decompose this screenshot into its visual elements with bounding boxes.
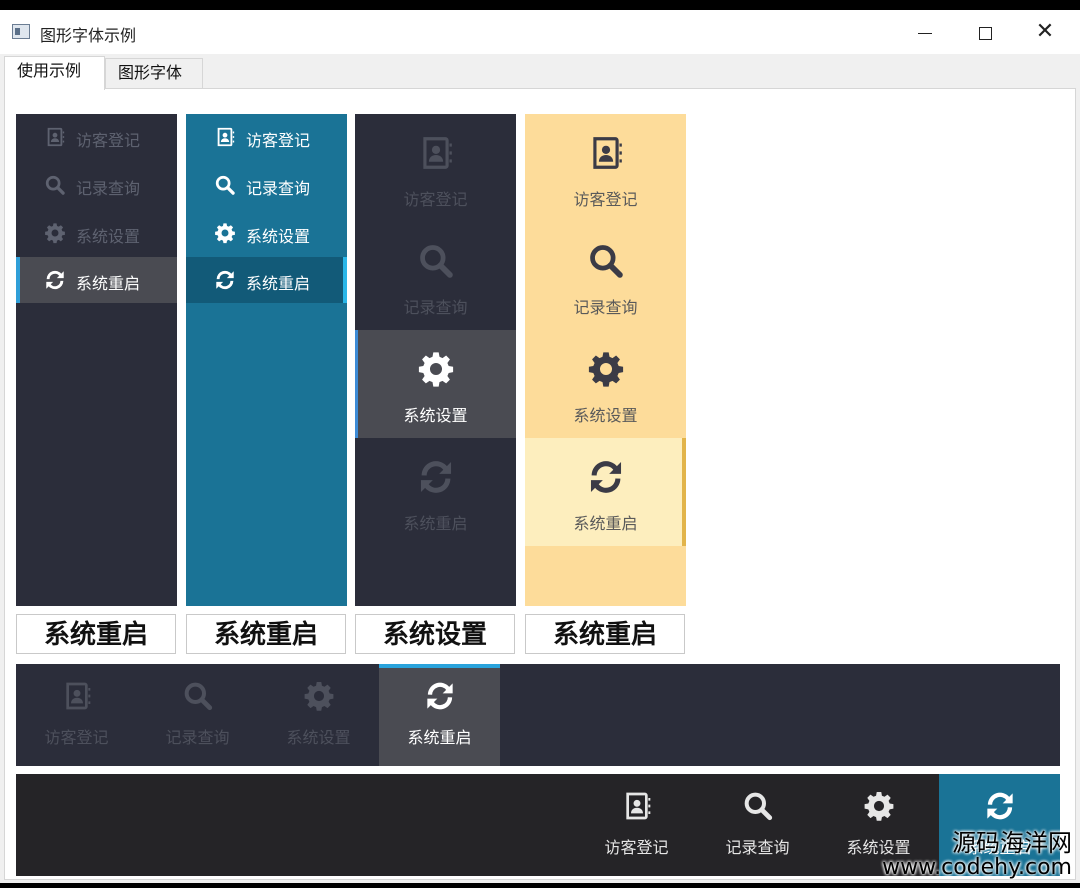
- minimize-button[interactable]: [898, 14, 952, 50]
- contact-book-icon: [621, 790, 653, 822]
- nav-item-system-restart[interactable]: 系统重启: [16, 257, 177, 303]
- contact-book-icon: [417, 134, 455, 172]
- contact-book-icon: [587, 134, 625, 172]
- contact-book-icon: [61, 680, 93, 712]
- nav-item-visitor-register[interactable]: 访客登记: [576, 774, 697, 876]
- nav-item-visitor-register[interactable]: 访客登记: [16, 664, 137, 766]
- close-button[interactable]: ✕: [1018, 14, 1072, 50]
- refresh-icon: [44, 269, 66, 291]
- nav-item-record-query[interactable]: 记录查询: [697, 774, 818, 876]
- nav-panel-blue: 访客登记 记录查询 系统设置 系统重启: [186, 114, 347, 606]
- contact-book-icon: [214, 126, 236, 148]
- nav-item-label: 系统重启: [573, 516, 638, 533]
- search-icon: [417, 242, 455, 280]
- nav-item-label: 系统重启: [246, 276, 311, 293]
- maximize-button[interactable]: [958, 14, 1012, 50]
- nav-bar-horizontal-dark: 访客登记 记录查询 系统设置 系统重启: [16, 664, 1060, 766]
- app-window-icon: [12, 24, 30, 39]
- nav-item-visitor-register[interactable]: 访客登记: [16, 114, 177, 160]
- nav-item-label: 系统设置: [76, 229, 141, 246]
- nav-item-label: 记录查询: [165, 730, 230, 747]
- nav-item-label: 系统设置: [286, 730, 351, 747]
- selected-label-box: 系统重启: [525, 614, 685, 654]
- nav-item-system-restart[interactable]: 系统重启: [355, 438, 516, 546]
- nav-item-record-query[interactable]: 记录查询: [525, 222, 686, 330]
- tab-icon-font[interactable]: 图形字体: [105, 58, 203, 90]
- nav-item-label: 记录查询: [573, 300, 638, 317]
- gear-icon: [44, 222, 66, 244]
- maximize-icon: [978, 27, 992, 40]
- nav-item-system-restart[interactable]: 系统重启: [379, 664, 500, 766]
- nav-item-label: 访客登记: [246, 133, 311, 150]
- nav-item-record-query[interactable]: 记录查询: [16, 162, 177, 208]
- nav-item-label: 系统设置: [573, 408, 638, 425]
- nav-item-label: 访客登记: [44, 730, 109, 747]
- gear-icon: [417, 350, 455, 388]
- gear-icon: [863, 790, 895, 822]
- nav-item-visitor-register[interactable]: 访客登记: [355, 114, 516, 222]
- nav-item-label: 记录查询: [76, 181, 141, 198]
- nav-item-system-settings[interactable]: 系统设置: [258, 664, 379, 766]
- contact-book-icon: [44, 126, 66, 148]
- nav-item-label: 系统重启: [403, 516, 468, 533]
- nav-item-label: 记录查询: [403, 300, 468, 317]
- refresh-icon: [984, 790, 1016, 822]
- nav-item-record-query[interactable]: 记录查询: [355, 222, 516, 330]
- nav-item-label: 访客登记: [76, 133, 141, 150]
- nav-item-system-settings[interactable]: 系统设置: [355, 330, 516, 438]
- nav-item-system-restart[interactable]: 系统重启: [186, 257, 347, 303]
- selected-label-box: 系统设置: [355, 614, 515, 654]
- nav-item-record-query[interactable]: 记录查询: [137, 664, 258, 766]
- nav-item-system-settings[interactable]: 系统设置: [16, 210, 177, 256]
- tab-bar: 使用示例 图形字体: [0, 54, 1080, 90]
- search-icon: [214, 174, 236, 196]
- title-bar[interactable]: 图形字体示例 ✕: [0, 10, 1080, 54]
- gear-icon: [214, 222, 236, 244]
- watermark: 源码海洋网 www.codehy.com: [882, 830, 1072, 880]
- nav-item-label: 系统设置: [403, 408, 468, 425]
- tab-content-usage-example: 访客登记 记录查询 系统设置 系统重启 访客登记 记录查询 系统设置 系统重启 …: [4, 88, 1076, 880]
- nav-item-label: 系统设置: [246, 229, 311, 246]
- refresh-icon: [417, 458, 455, 496]
- nav-item-system-restart[interactable]: 系统重启: [525, 438, 686, 546]
- search-icon: [44, 174, 66, 196]
- nav-panel-dark-large: 访客登记 记录查询 系统设置 系统重启: [355, 114, 516, 606]
- gear-icon: [587, 350, 625, 388]
- nav-item-system-settings[interactable]: 系统设置: [186, 210, 347, 256]
- selected-label-box: 系统重启: [16, 614, 176, 654]
- close-icon: ✕: [1035, 19, 1055, 44]
- window-title: 图形字体示例: [40, 28, 137, 45]
- search-icon: [182, 680, 214, 712]
- nav-item-label: 系统重启: [407, 730, 472, 747]
- search-icon: [587, 242, 625, 280]
- gear-icon: [303, 680, 335, 712]
- minimize-icon: [918, 32, 932, 35]
- selected-label-box: 系统重启: [186, 614, 346, 654]
- refresh-icon: [587, 458, 625, 496]
- nav-item-record-query[interactable]: 记录查询: [186, 162, 347, 208]
- refresh-icon: [214, 269, 236, 291]
- watermark-line-1: 源码海洋网: [952, 829, 1072, 857]
- nav-panel-dark: 访客登记 记录查询 系统设置 系统重启: [16, 114, 177, 606]
- nav-item-label: 系统重启: [76, 276, 141, 293]
- nav-item-visitor-register[interactable]: 访客登记: [525, 114, 686, 222]
- nav-item-system-settings[interactable]: 系统设置: [525, 330, 686, 438]
- nav-item-label: 记录查询: [725, 840, 790, 857]
- refresh-icon: [424, 680, 456, 712]
- tab-usage-example[interactable]: 使用示例: [4, 56, 105, 90]
- watermark-line-2: www.codehy.com: [882, 855, 1072, 880]
- nav-item-label: 访客登记: [604, 840, 669, 857]
- nav-item-visitor-register[interactable]: 访客登记: [186, 114, 347, 160]
- nav-item-label: 访客登记: [403, 192, 468, 209]
- app-window: 图形字体示例 ✕ 使用示例 图形字体 访客登记 记录查询 系统设置 系统重启 访…: [0, 10, 1080, 883]
- nav-panel-yellow: 访客登记 记录查询 系统设置 系统重启: [525, 114, 686, 606]
- search-icon: [742, 790, 774, 822]
- nav-item-label: 记录查询: [246, 181, 311, 198]
- nav-item-label: 访客登记: [573, 192, 638, 209]
